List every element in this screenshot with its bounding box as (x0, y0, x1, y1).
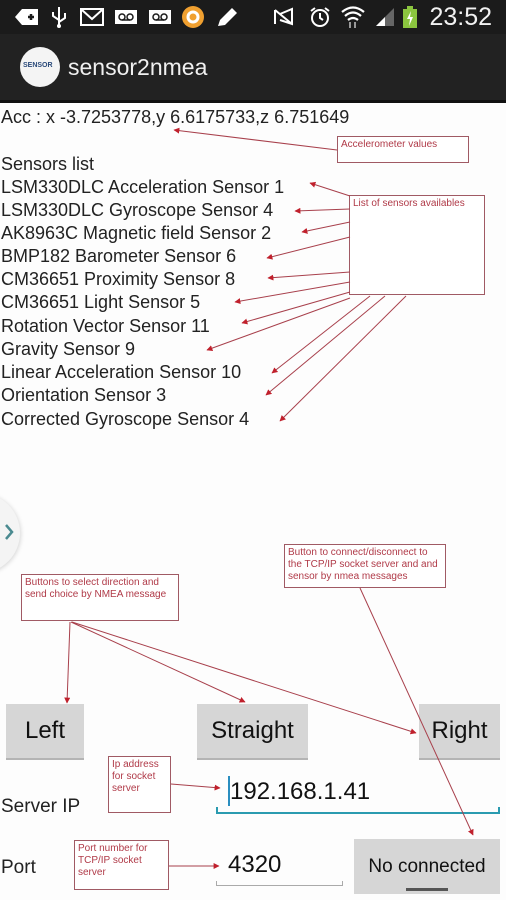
arrow-left-button (64, 621, 71, 704)
arrow-sensor-9 (271, 295, 371, 374)
arrow-straight-button (70, 621, 246, 703)
arrow-sensor-5 (267, 271, 351, 281)
arrow-accelerometer (173, 127, 338, 151)
arrow-sensor-1 (309, 181, 351, 197)
arrow-sensor-2 (294, 207, 351, 214)
arrow-ip-input (170, 783, 221, 791)
arrow-sensor-7 (241, 291, 351, 325)
arrow-right-button (71, 621, 417, 735)
arrow-sensor-6 (234, 281, 351, 305)
arrow-connect-button (359, 587, 474, 836)
arrow-sensor-3 (301, 221, 351, 234)
arrow-sensor-11 (279, 295, 407, 422)
arrow-sensor-8 (206, 297, 351, 351)
arrow-sensor-4 (266, 236, 351, 260)
annotation-arrows (64, 127, 474, 869)
